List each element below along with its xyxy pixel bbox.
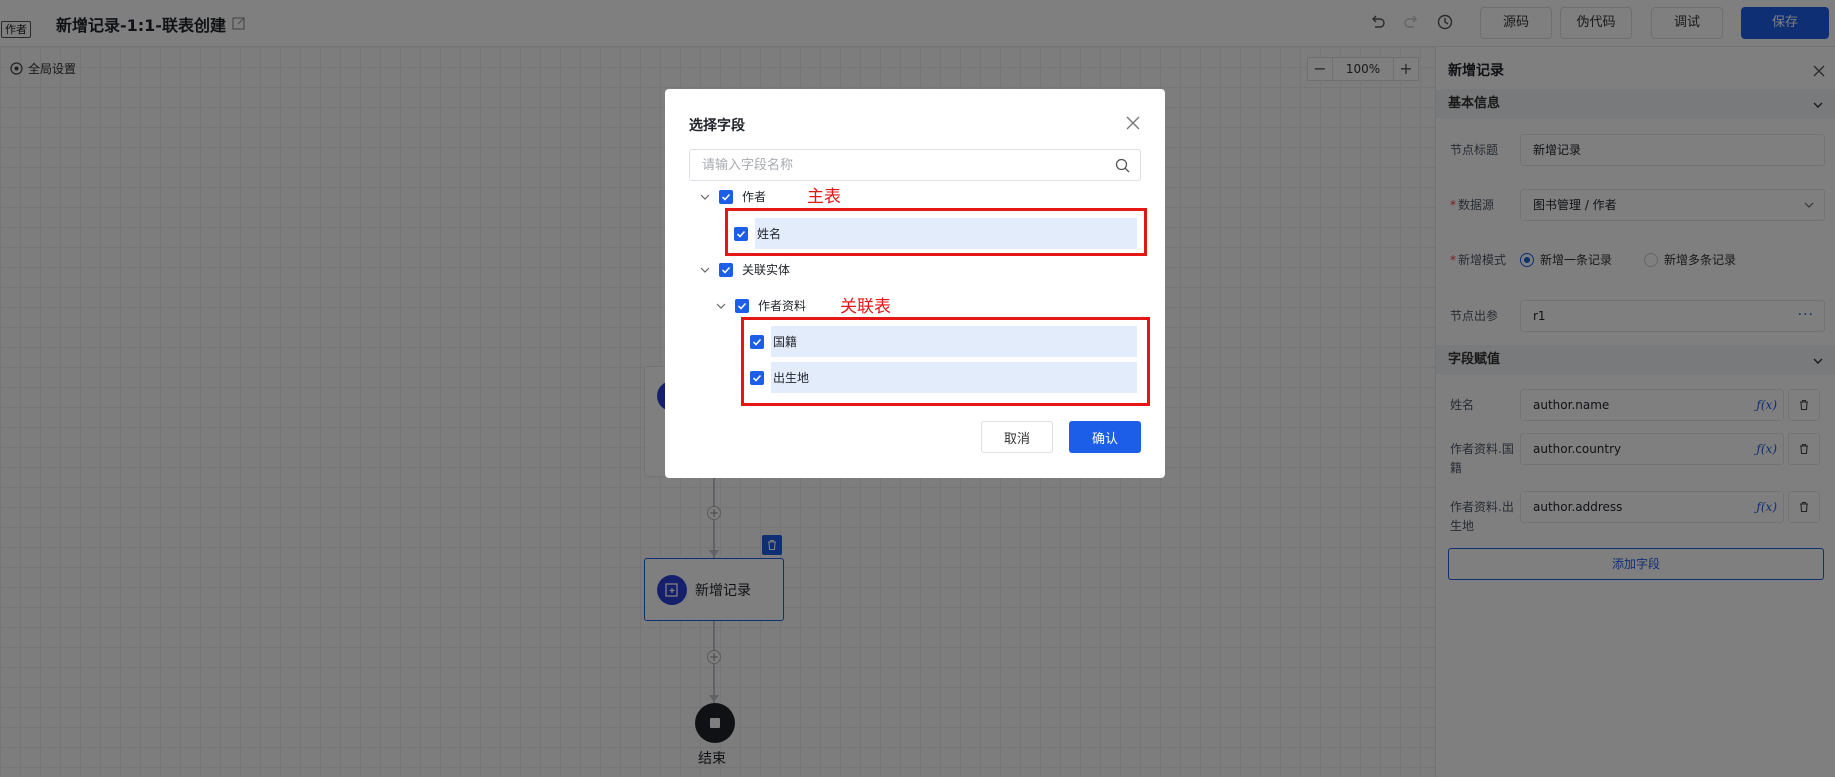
confirm-button[interactable]: 确认 [1069,421,1141,453]
annotation-box-related [741,317,1150,406]
chevron-down-icon[interactable] [699,191,711,203]
checkbox[interactable] [735,298,749,313]
annotation-box-main [725,208,1147,256]
chevron-down-icon[interactable] [715,300,727,312]
dialog-title: 选择字段 [689,118,745,134]
checkbox[interactable] [719,262,733,277]
search-icon[interactable] [1115,158,1130,173]
field-search-input[interactable] [690,150,1090,180]
annotation-main-table: 主表 [807,187,841,207]
close-icon[interactable] [1125,115,1141,131]
tree-label: 关联实体 [742,263,791,277]
field-search [689,149,1141,181]
annotation-related-table: 关联表 [840,297,891,317]
tree-label: 作者 [742,190,767,204]
chevron-down-icon[interactable] [699,264,711,276]
checkbox[interactable] [719,189,733,204]
cancel-button[interactable]: 取消 [981,421,1053,453]
select-field-dialog: 选择字段 作者 姓名 关联实体 作者资料 国籍 出生地 主表 关联表 取消 [665,89,1165,478]
tree-node-relation[interactable]: 关联实体 [699,254,790,285]
tree-label: 作者资料 [758,299,807,313]
